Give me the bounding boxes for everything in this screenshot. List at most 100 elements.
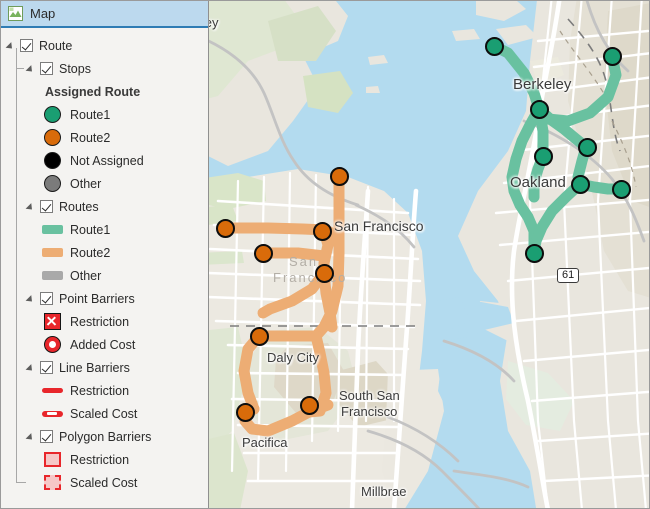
route1-stop[interactable] — [524, 243, 544, 263]
polygon-restriction-swatch — [41, 452, 63, 467]
stop-not-assigned-swatch — [41, 152, 63, 169]
route2-stop[interactable] — [253, 243, 273, 263]
legend-item-label: Restriction — [70, 383, 130, 398]
tree-item-route-label: Route — [39, 38, 73, 53]
checkbox-route[interactable] — [20, 39, 33, 52]
stop-route1-swatch — [41, 106, 63, 123]
chevron-down-icon[interactable] — [27, 63, 38, 74]
stop-route2-swatch — [41, 129, 63, 146]
polygon-scaled-cost-swatch — [41, 475, 63, 490]
line-restriction-swatch — [41, 388, 63, 393]
legend-heading-assigned-route: Assigned Route — [1, 80, 208, 103]
route2-stop[interactable] — [215, 218, 235, 238]
chevron-down-icon[interactable] — [27, 293, 38, 304]
route2-stop[interactable] — [329, 166, 349, 186]
route1-stop[interactable] — [611, 179, 631, 199]
tree-item-polygon-barriers-label: Polygon Barriers — [59, 429, 152, 444]
route1-stop[interactable] — [533, 146, 553, 166]
legend-item-point-added-cost: Added Cost — [1, 333, 208, 356]
chevron-down-icon[interactable] — [7, 40, 18, 51]
tree-item-routes-label: Routes — [59, 199, 99, 214]
map-graphic — [208, 1, 649, 508]
tree-item-point-barriers[interactable]: Point Barriers — [1, 287, 208, 310]
legend-item-line-restriction: Restriction — [1, 379, 208, 402]
checkbox-stops[interactable] — [40, 62, 53, 75]
point-barriers-legend: Restriction Added Cost — [1, 310, 208, 356]
legend-item-point-restriction: Restriction — [1, 310, 208, 333]
chevron-down-icon[interactable] — [27, 201, 38, 212]
tree-item-line-barriers[interactable]: Line Barriers — [1, 356, 208, 379]
legend-item-label: Added Cost — [70, 337, 136, 352]
tree-item-line-barriers-label: Line Barriers — [59, 360, 130, 375]
route-other-swatch — [41, 271, 63, 280]
legend-item-label: Scaled Cost — [70, 406, 138, 421]
route1-stop[interactable] — [602, 46, 622, 66]
route-route2-swatch — [41, 248, 63, 257]
legend-item-label: Restriction — [70, 452, 130, 467]
tab-map[interactable]: Map — [1, 1, 65, 27]
highway-shield: 61 — [557, 268, 580, 283]
map-canvas[interactable]: 61 lleyBerkeleyOaklandSan FranciscoSanFr… — [208, 1, 649, 508]
checkbox-line-barriers[interactable] — [40, 361, 53, 374]
panel-tab-bar: Map — [1, 1, 208, 28]
legend-item-label: Scaled Cost — [70, 475, 138, 490]
checkbox-routes[interactable] — [40, 200, 53, 213]
route2-stop[interactable] — [235, 402, 255, 422]
route1-stop[interactable] — [570, 174, 590, 194]
route1-stop[interactable] — [484, 36, 504, 56]
chevron-down-icon[interactable] — [27, 362, 38, 373]
application-window: 61 lleyBerkeleyOaklandSan FranciscoSanFr… — [0, 0, 650, 509]
route2-stop[interactable] — [249, 326, 269, 346]
legend-item-route-route1: Route1 — [1, 218, 208, 241]
tree-branch — [16, 68, 24, 69]
line-barriers-legend: Restriction Scaled Cost — [1, 379, 208, 425]
tree-item-polygon-barriers[interactable]: Polygon Barriers — [1, 425, 208, 448]
contents-tree: Route Stops Assigned Route Route1 Route2 N… — [1, 30, 208, 508]
line-scaled-cost-swatch — [41, 410, 63, 417]
legend-item-label: Route1 — [70, 107, 111, 122]
legend-item-label: Route2 — [70, 130, 111, 145]
tree-item-routes[interactable]: Routes — [1, 195, 208, 218]
tree-item-stops-label: Stops — [59, 61, 91, 76]
legend-item-polygon-restriction: Restriction — [1, 448, 208, 471]
tree-connector — [16, 48, 17, 483]
legend-item-label: Not Assigned — [70, 153, 144, 168]
tab-map-label: Map — [30, 6, 56, 21]
point-added-cost-swatch — [41, 336, 63, 353]
route2-stop[interactable] — [312, 221, 332, 241]
tree-item-point-barriers-label: Point Barriers — [59, 291, 135, 306]
tree-item-stops[interactable]: Stops — [1, 57, 208, 80]
tree-item-route[interactable]: Route — [1, 34, 208, 57]
route-route1-swatch — [41, 225, 63, 234]
contents-panel: Map Route Stops Assigned Route Route1 Ro… — [1, 1, 209, 508]
legend-item-label: Other — [70, 268, 102, 283]
checkbox-point-barriers[interactable] — [40, 292, 53, 305]
legend-item-stop-not-assigned: Not Assigned — [1, 149, 208, 172]
route1-stop[interactable] — [529, 99, 549, 119]
polygon-barriers-legend: Restriction Scaled Cost — [1, 448, 208, 494]
route2-stop[interactable] — [314, 263, 334, 283]
routes-legend: Route1 Route2 Other — [1, 218, 208, 287]
legend-item-polygon-scaled-cost: Scaled Cost — [1, 471, 208, 494]
stops-legend: Route1 Route2 Not Assigned Other — [1, 103, 208, 195]
route2-stop[interactable] — [299, 395, 319, 415]
point-restriction-swatch — [41, 313, 63, 330]
legend-heading-label: Assigned Route — [45, 84, 141, 99]
map-icon — [8, 6, 23, 21]
route1-stop[interactable] — [577, 137, 597, 157]
legend-item-label: Route2 — [70, 245, 111, 260]
chevron-down-icon[interactable] — [27, 431, 38, 442]
legend-item-label: Other — [70, 176, 102, 191]
legend-item-route-route2: Route2 — [1, 241, 208, 264]
tree-connector-end — [16, 482, 26, 483]
legend-item-stop-other: Other — [1, 172, 208, 195]
legend-item-line-scaled-cost: Scaled Cost — [1, 402, 208, 425]
legend-item-stop-route2: Route2 — [1, 126, 208, 149]
checkbox-polygon-barriers[interactable] — [40, 430, 53, 443]
stop-other-swatch — [41, 175, 63, 192]
legend-item-route-other: Other — [1, 264, 208, 287]
legend-item-label: Restriction — [70, 314, 130, 329]
legend-item-stop-route1: Route1 — [1, 103, 208, 126]
legend-item-label: Route1 — [70, 222, 111, 237]
highway-shield-label: 61 — [562, 269, 575, 281]
